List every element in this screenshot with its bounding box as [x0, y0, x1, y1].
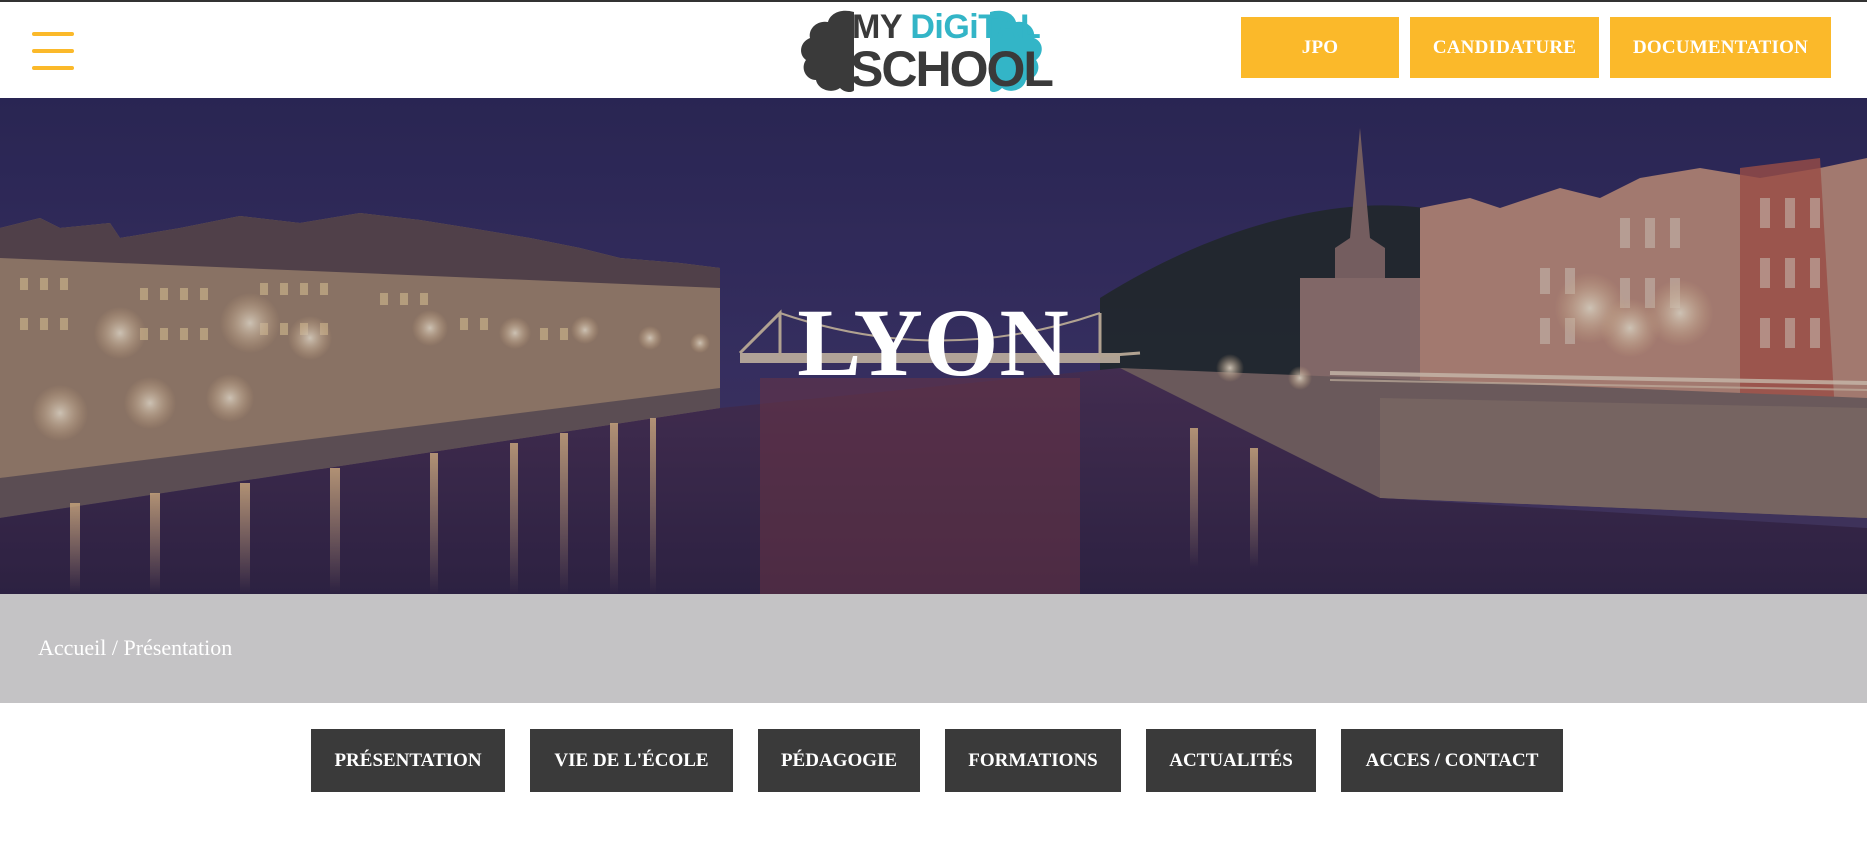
hero-title: LYON	[797, 289, 1070, 396]
breadcrumb-separator: /	[106, 635, 124, 660]
breadcrumb-current: Présentation	[123, 635, 233, 660]
jpo-button[interactable]: JPO	[1241, 17, 1399, 78]
site-header: MY DiGiTAL SCHOOL JPO CANDIDATURE DOCUME…	[0, 2, 1867, 98]
nav-vie-ecole-button[interactable]: VIE DE L'ÉCOLE	[530, 729, 733, 792]
nav-acces-contact-button[interactable]: ACCES / CONTACT	[1341, 729, 1563, 792]
logo-school: SCHOOL	[850, 41, 1054, 97]
breadcrumb-home-link[interactable]: Accueil	[38, 635, 106, 660]
nav-presentation-button[interactable]: PRÉSENTATION	[311, 729, 505, 792]
documentation-button[interactable]: DOCUMENTATION	[1610, 17, 1831, 78]
nav-actualites-button[interactable]: ACTUALITÉS	[1146, 729, 1316, 792]
nav-formations-button[interactable]: FORMATIONS	[945, 729, 1121, 792]
section-nav: PRÉSENTATION VIE DE L'ÉCOLE PÉDAGOGIE FO…	[0, 729, 1867, 792]
breadcrumb-bar: Accueil / Présentation	[0, 594, 1867, 703]
candidature-button[interactable]: CANDIDATURE	[1410, 17, 1599, 78]
hero-banner: LYON	[0, 98, 1867, 594]
site-logo[interactable]: MY DiGiTAL SCHOOL	[796, 6, 1054, 96]
breadcrumb: Accueil / Présentation	[38, 634, 232, 662]
hamburger-menu-icon[interactable]	[32, 32, 74, 72]
nav-pedagogie-button[interactable]: PÉDAGOGIE	[758, 729, 920, 792]
